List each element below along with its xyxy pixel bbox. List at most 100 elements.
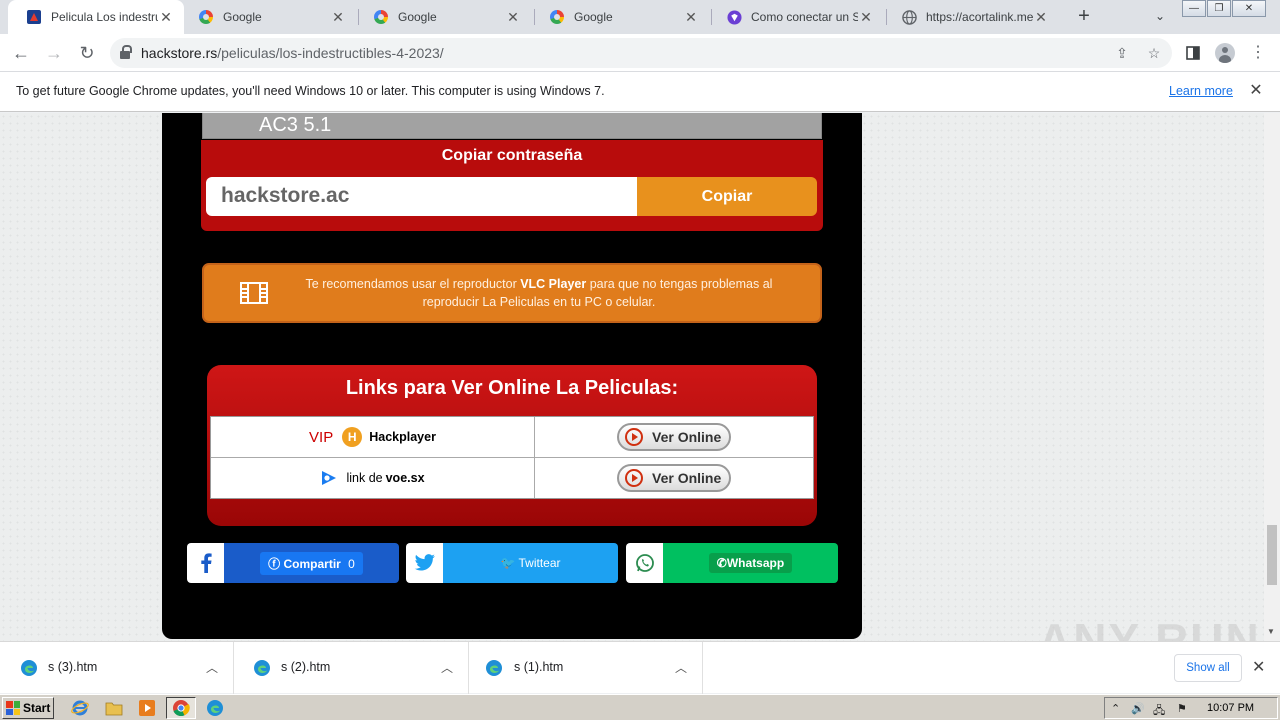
internet-explorer-icon[interactable] — [68, 697, 92, 719]
profile-avatar-icon[interactable] — [1212, 40, 1238, 66]
password-box: Copiar contraseña hackstore.ac Copiar — [201, 140, 823, 231]
close-tab-icon[interactable]: ✕ — [1033, 9, 1049, 26]
volume-icon[interactable]: 🔊 — [1131, 702, 1145, 715]
tab-como-conectar[interactable]: Como conectar un Smart ✕ — [708, 0, 884, 34]
tab-google-1[interactable]: Google ✕ — [180, 0, 356, 34]
vip-label: VIP — [309, 428, 334, 446]
download-item[interactable]: s (3).htm ︿ — [0, 642, 234, 694]
page-scrollbar[interactable]: ▼ — [1264, 113, 1280, 641]
folder-icon[interactable] — [102, 697, 126, 719]
tab-title: Google — [398, 10, 437, 24]
close-tab-icon[interactable]: ✕ — [158, 9, 174, 26]
audio-format: AC3 5.1 — [259, 114, 332, 136]
facebook-share-button[interactable]: ⓕ Compartir 0 — [260, 551, 363, 575]
show-all-button[interactable]: Show all — [1174, 654, 1242, 682]
whatsapp-share[interactable]: ✆Whatsapp — [626, 543, 838, 583]
server-name: voe.sx — [385, 471, 425, 485]
hackstore-favicon-icon — [26, 9, 42, 25]
learn-more-link[interactable]: Learn more — [1169, 84, 1233, 98]
minimize-icon[interactable]: — — [1182, 0, 1206, 17]
server-prefix: link de — [346, 471, 383, 485]
page-viewport: AC3 5.1 Copiar contraseña hackstore.ac C… — [0, 113, 1280, 641]
action-cell: Ver Online — [535, 417, 813, 457]
edge-file-icon — [486, 660, 502, 676]
table-row: VIP H Hackplayer Ver Online — [211, 417, 813, 458]
twitter-share[interactable]: 🐦 Twittear — [406, 543, 618, 583]
chevron-up-icon[interactable]: ︿ — [441, 659, 453, 676]
tab-title: Como conectar un Smart — [751, 10, 858, 24]
download-filename: s (3).htm — [48, 660, 98, 674]
infobar-message: To get future Google Chrome updates, you… — [16, 84, 605, 98]
close-tab-icon[interactable]: ✕ — [505, 9, 521, 26]
tab-strip: Pelicula Los indestructibles 4 ✕ Google … — [0, 0, 1280, 34]
tab-google-3[interactable]: Google ✕ — [531, 0, 709, 34]
links-title: Links para Ver Online La Peliculas: — [345, 377, 679, 399]
action-cell: Ver Online — [535, 458, 813, 498]
back-arrow-icon[interactable]: ← — [8, 40, 34, 66]
close-infobar-icon[interactable]: ✕ — [1246, 81, 1266, 101]
bookmark-star-icon[interactable]: ☆ — [1144, 43, 1164, 63]
password-field[interactable]: hackstore.ac — [206, 177, 638, 216]
ver-online-button-voe[interactable]: Ver Online — [617, 464, 731, 492]
restore-icon[interactable]: ❐ — [1207, 0, 1231, 17]
action-center-flag-icon[interactable]: ⚑ — [1177, 702, 1187, 715]
whatsapp-share-button[interactable]: ✆Whatsapp — [708, 553, 793, 573]
window-close-icon[interactable]: ✕ — [1232, 0, 1266, 17]
close-tab-icon[interactable]: ✕ — [330, 9, 346, 26]
play-icon — [625, 469, 643, 487]
address-bar[interactable]: hackstore.rs/peliculas/los-indestructibl… — [110, 38, 1172, 68]
close-tab-icon[interactable]: ✕ — [858, 9, 874, 26]
side-panel-icon[interactable] — [1180, 40, 1206, 66]
facebook-share[interactable]: ⓕ Compartir 0 — [187, 543, 399, 583]
close-shelf-icon[interactable]: ✕ — [1252, 657, 1265, 677]
windows-taskbar: Start ⌃ 🔊 🖧 ⚑ 10:07 PM — [0, 694, 1280, 720]
download-item[interactable]: s (2).htm ︿ — [235, 642, 469, 694]
vlc-recommendation: Te recomendamos usar el reproductor VLC … — [202, 263, 822, 323]
start-button[interactable]: Start — [2, 697, 54, 719]
table-row: link de voe.sx Ver Online — [211, 458, 813, 499]
google-favicon-icon — [198, 9, 214, 25]
tab-title: Google — [574, 10, 613, 24]
download-item[interactable]: s (1).htm ︿ — [469, 642, 703, 694]
tab-search-chevron-icon[interactable]: ⌄ — [1150, 6, 1170, 26]
play-icon — [625, 428, 643, 446]
url-text[interactable]: hackstore.rs/peliculas/los-indestructibl… — [141, 45, 444, 61]
voe-play-icon — [322, 471, 337, 485]
media-player-icon[interactable] — [135, 697, 159, 719]
chevron-up-icon[interactable]: ︿ — [206, 659, 218, 676]
whatsapp-icon — [626, 543, 663, 583]
lock-icon[interactable] — [120, 45, 132, 59]
film-icon — [240, 282, 268, 304]
edge-taskbar-icon[interactable] — [203, 697, 227, 719]
ver-online-button-hackplayer[interactable]: Ver Online — [617, 423, 731, 451]
chrome-taskbar-icon[interactable] — [166, 697, 196, 719]
reload-icon[interactable]: ↻ — [74, 40, 100, 66]
scroll-down-arrow-icon[interactable]: ▼ — [1267, 627, 1275, 636]
scrollbar-thumb[interactable] — [1267, 525, 1277, 585]
server-name: Hackplayer — [369, 430, 436, 444]
share-icon[interactable]: ⇪ — [1112, 43, 1132, 63]
tab-title: Google — [223, 10, 262, 24]
tab-acortalink[interactable]: https://acortalink.me/ ✕ — [883, 0, 1059, 34]
windows-flag-icon — [6, 701, 20, 715]
clock[interactable]: 10:07 PM — [1207, 702, 1254, 714]
network-icon[interactable]: 🖧 — [1153, 702, 1165, 720]
tray-expand-icon[interactable]: ⌃ — [1111, 702, 1120, 715]
tab-pelicula[interactable]: Pelicula Los indestructibles 4 ✕ — [8, 0, 184, 34]
links-table: VIP H Hackplayer Ver Online link de voe.… — [210, 416, 814, 499]
hackplayer-icon: H — [342, 427, 363, 447]
twitter-share-button[interactable]: 🐦 Twittear — [492, 553, 568, 573]
password-title: Copiar contraseña — [441, 147, 583, 164]
new-tab-button[interactable]: + — [1072, 4, 1096, 30]
forward-arrow-icon[interactable]: → — [41, 40, 67, 66]
server-cell: VIP H Hackplayer — [211, 417, 535, 457]
menu-kebab-icon[interactable]: ⋮ — [1245, 40, 1271, 66]
copy-button[interactable]: Copiar — [637, 177, 817, 216]
edge-file-icon — [21, 660, 37, 676]
close-tab-icon[interactable]: ✕ — [683, 9, 699, 26]
shield-favicon-icon — [726, 9, 742, 25]
edge-file-icon — [254, 660, 270, 676]
chevron-up-icon[interactable]: ︿ — [675, 659, 687, 676]
tab-google-2[interactable]: Google ✕ — [355, 0, 531, 34]
system-tray: ⌃ 🔊 🖧 ⚑ 10:07 PM — [1104, 697, 1278, 719]
